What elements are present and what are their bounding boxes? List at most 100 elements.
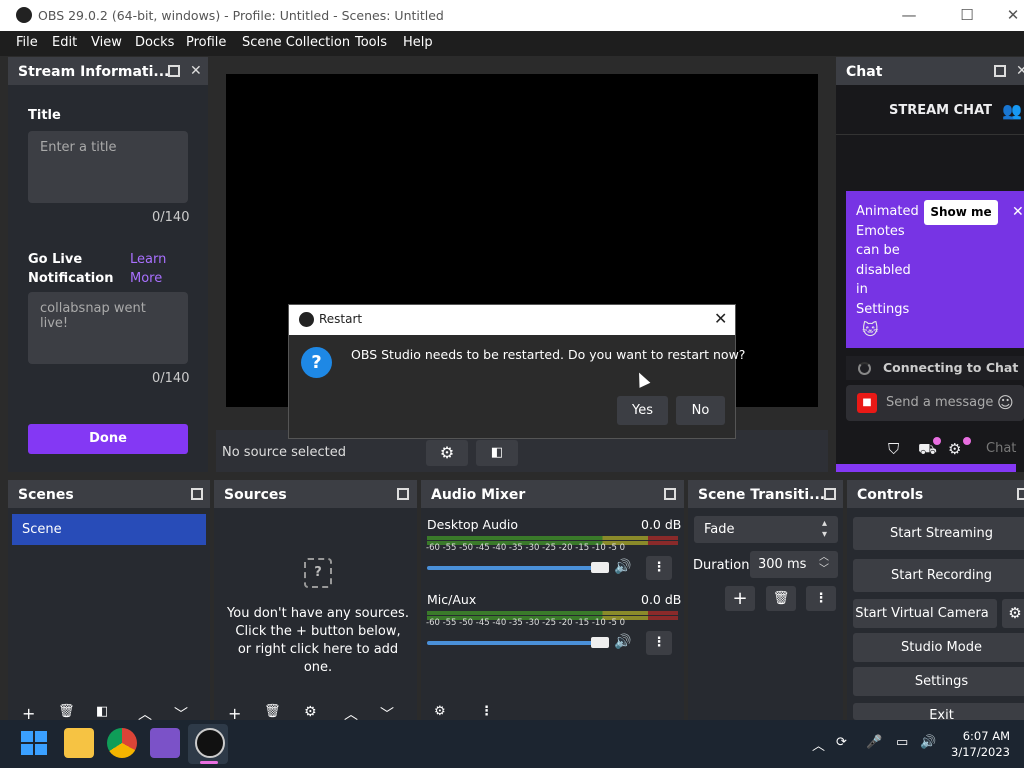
yes-button[interactable]: Yes	[617, 396, 668, 425]
undock-icon[interactable]	[1017, 488, 1024, 500]
channel-db: 0.0 dB	[641, 592, 682, 607]
transition-select[interactable]: Fade	[694, 516, 838, 543]
sources-empty-text[interactable]: You don't have any sources. Click the + …	[222, 605, 414, 677]
send-placeholder: Send a message	[886, 395, 994, 410]
studio-mode-button[interactable]: Studio Mode	[853, 633, 1024, 662]
transitions-title: Scene Transiti...	[698, 487, 826, 503]
close-icon[interactable]: ✕	[190, 63, 202, 79]
promo-close-icon[interactable]: ✕	[1012, 204, 1024, 220]
notification-dot	[963, 437, 971, 445]
kebab-menu-icon[interactable]: ⋮	[480, 704, 493, 719]
undock-icon[interactable]	[191, 488, 203, 500]
visual-studio-icon[interactable]	[150, 728, 180, 758]
sources-title: Sources	[224, 487, 287, 503]
speaker-icon[interactable]: 🔊	[614, 634, 631, 650]
title-char-count: 0/140	[152, 210, 190, 225]
advanced-audio-icon[interactable]: ⚙	[434, 704, 446, 719]
volume-handle[interactable]	[591, 637, 609, 648]
volume-slider[interactable]	[427, 641, 609, 645]
restart-dialog: Restart ✕ ? OBS Studio needs to be resta…	[288, 304, 745, 439]
transition-menu-button[interactable]: ⋮	[806, 586, 836, 611]
emote-icon: 🐱	[862, 320, 879, 339]
gear-icon[interactable]: ⚙	[304, 704, 317, 720]
menu-docks[interactable]: Docks	[135, 35, 174, 50]
refresh-icon[interactable]: ⟳	[836, 735, 847, 750]
volume-slider[interactable]	[427, 566, 609, 570]
sources-dock: Sources	[214, 480, 417, 720]
file-explorer-icon[interactable]	[64, 728, 94, 758]
spin-arrows-icon[interactable]: ︿ ﹀	[819, 552, 829, 576]
filters-icon[interactable]: ◧	[476, 440, 518, 466]
level-meter	[427, 611, 678, 615]
menu-file[interactable]: File	[16, 35, 38, 50]
windows-start-icon[interactable]	[18, 728, 48, 758]
duration-label: Duration	[693, 558, 750, 573]
controls-header: Controls	[847, 480, 1024, 508]
empty-line-2: Click the + button below,	[235, 624, 401, 639]
menu-tools[interactable]: Tools	[355, 35, 387, 50]
kebab-menu-icon[interactable]: ⋮	[646, 631, 672, 655]
trash-icon[interactable]: 🗑	[58, 704, 75, 719]
obs-logo-icon	[16, 7, 32, 23]
chrome-icon[interactable]	[107, 728, 137, 758]
title-input[interactable]: Enter a title	[28, 131, 188, 203]
gear-icon[interactable]: ⚙	[426, 440, 468, 466]
dialog-message: OBS Studio needs to be restarted. Do you…	[351, 347, 746, 362]
close-icon[interactable]: ✕	[1016, 63, 1024, 79]
display-icon[interactable]: ▭	[896, 735, 908, 750]
clock[interactable]: 6:07 AM 3/17/2023	[950, 728, 1010, 760]
obs-logo-icon	[299, 312, 314, 327]
scene-item[interactable]: Scene	[12, 514, 206, 545]
speaker-icon[interactable]: 🔊	[614, 559, 631, 575]
menu-scene-collection[interactable]: Scene Collection	[242, 35, 350, 50]
undock-icon[interactable]	[168, 65, 180, 77]
maximize-button[interactable]: ☐	[944, 0, 990, 31]
minimize-button[interactable]: —	[886, 0, 932, 31]
volume-icon[interactable]: 🔊	[920, 735, 936, 750]
remove-transition-button[interactable]: 🗑	[766, 586, 796, 611]
menu-help[interactable]: Help	[403, 35, 433, 50]
shield-icon[interactable]: ⛉	[888, 440, 899, 458]
add-transition-button[interactable]: +	[725, 586, 755, 611]
microphone-icon[interactable]: 🎤	[866, 735, 882, 750]
undock-icon[interactable]	[994, 65, 1006, 77]
exit-button[interactable]: Exit	[853, 703, 1024, 720]
undock-icon[interactable]	[664, 488, 676, 500]
dialog-close-icon[interactable]: ✕	[714, 309, 727, 328]
go-live-input[interactable]: collabsnap went live!	[28, 292, 188, 364]
meter-ticks: -60 -55 -50 -45 -40 -35 -30 -25 -20 -15 …	[426, 543, 626, 553]
sources-header: Sources	[214, 480, 417, 508]
start-streaming-button[interactable]: Start Streaming	[853, 517, 1024, 550]
chevron-updown-icon: ▴ ▾	[822, 518, 828, 540]
channel-name: Mic/Aux	[427, 592, 477, 607]
camera-icon[interactable]: ■	[857, 393, 877, 413]
start-virtual-camera-button[interactable]: Start Virtual Camera	[853, 599, 997, 628]
filters-icon[interactable]: ◧	[96, 704, 108, 719]
close-window-button[interactable]: ✕	[990, 0, 1024, 31]
done-button[interactable]: Done	[28, 424, 188, 454]
start-recording-button[interactable]: Start Recording	[853, 559, 1024, 592]
kebab-menu-icon[interactable]: ⋮	[646, 556, 672, 580]
menu-edit[interactable]: Edit	[52, 35, 77, 50]
scenes-title: Scenes	[18, 487, 74, 503]
chevron-up-icon[interactable]: ︿	[812, 735, 825, 754]
emoji-icon[interactable]: ☺	[997, 393, 1014, 412]
no-button[interactable]: No	[676, 396, 725, 425]
undock-icon[interactable]	[397, 488, 409, 500]
connecting-text: Connecting to Chat	[883, 360, 1019, 375]
empty-line-1: You don't have any sources.	[227, 606, 409, 621]
chat-button[interactable]: Chat	[986, 441, 1016, 456]
undock-icon[interactable]	[824, 488, 836, 500]
learn-more-link[interactable]: Learn More	[130, 250, 190, 288]
settings-button[interactable]: Settings	[853, 667, 1024, 696]
obs-taskbar-icon[interactable]	[195, 728, 225, 758]
title-bar: OBS 29.0.2 (64-bit, windows) - Profile: …	[0, 0, 1024, 31]
show-me-button[interactable]: Show me	[924, 200, 998, 225]
settings-gear-icon[interactable]: ⚙	[948, 440, 961, 458]
users-icon[interactable]: 👥	[1002, 101, 1022, 120]
trash-icon[interactable]: 🗑	[264, 704, 281, 719]
virtual-camera-gear-icon[interactable]: ⚙	[1002, 599, 1024, 628]
volume-handle[interactable]	[591, 562, 609, 573]
menu-profile[interactable]: Profile	[186, 35, 226, 50]
menu-view[interactable]: View	[91, 35, 122, 50]
